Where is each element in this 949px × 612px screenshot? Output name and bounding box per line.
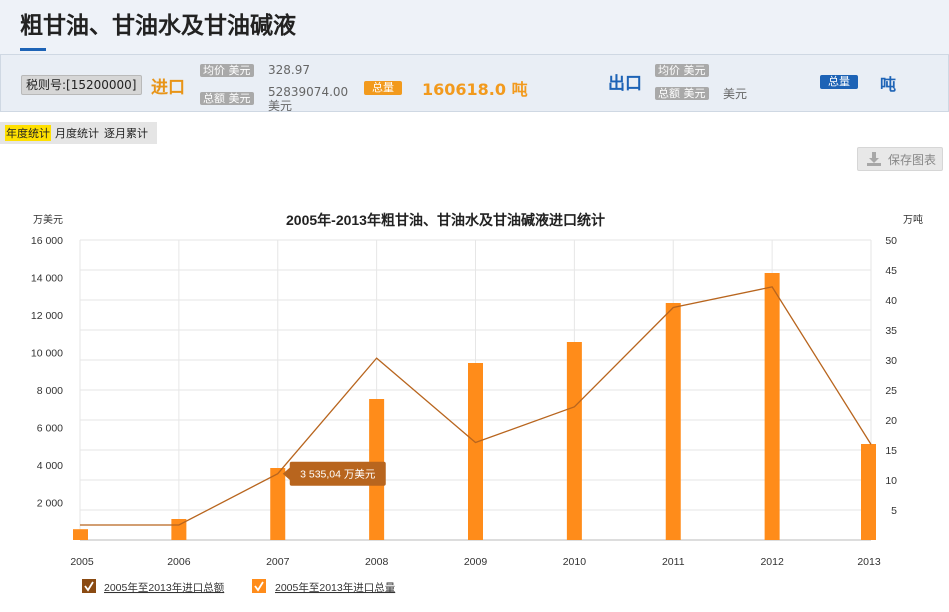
right-axis-tick: 35 <box>885 325 897 337</box>
x-axis-tick: 2007 <box>266 556 290 568</box>
x-axis-tick: 2013 <box>857 556 881 568</box>
x-axis-tick: 2009 <box>464 556 488 568</box>
left-axis-tick: 12 000 <box>31 310 63 322</box>
left-axis-tick: 14 000 <box>31 273 63 285</box>
bar-2011[interactable] <box>665 303 681 540</box>
right-axis-tick: 15 <box>885 445 897 457</box>
left-axis-tick: 4 000 <box>37 460 63 472</box>
bar-2013[interactable] <box>861 444 876 540</box>
left-axis-tick: 10 000 <box>31 348 63 360</box>
bar-2005[interactable] <box>73 529 88 540</box>
x-axis-tick: 2011 <box>662 556 685 568</box>
left-axis-tick: 16 000 <box>31 235 63 247</box>
right-axis-tick: 5 <box>891 505 897 517</box>
legend-qty-label[interactable]: 2005年至2013年进口总量 <box>275 581 396 594</box>
right-axis-tick: 30 <box>885 355 897 367</box>
legend-total-label[interactable]: 2005年至2013年进口总额 <box>104 581 225 594</box>
chart-title: 2005年-2013年粗甘油、甘油水及甘油碱液进口统计 <box>286 212 605 228</box>
right-axis-tick: 25 <box>885 385 897 397</box>
bar-2009[interactable] <box>468 363 483 540</box>
right-axis-tick: 50 <box>885 235 897 247</box>
left-axis-tick: 6 000 <box>37 423 63 435</box>
left-axis-tick: 8 000 <box>37 385 63 397</box>
x-axis-tick: 2006 <box>167 556 191 568</box>
bar-2010[interactable] <box>566 342 582 540</box>
tooltip-text: 3 535,04 万美元 <box>300 468 376 481</box>
right-axis-tick: 20 <box>885 415 897 427</box>
left-axis-unit: 万美元 <box>33 213 63 226</box>
bar-2012[interactable] <box>764 273 780 540</box>
x-axis-tick: 2005 <box>70 556 94 568</box>
left-axis-tick: 2 000 <box>37 498 63 510</box>
x-axis-tick: 2008 <box>365 556 389 568</box>
bar-2007[interactable] <box>270 468 286 540</box>
legend-total-checkbox[interactable] <box>82 579 96 593</box>
right-axis-unit: 万吨 <box>903 213 923 226</box>
right-axis-tick: 40 <box>885 295 897 307</box>
x-axis-tick: 2012 <box>760 556 784 568</box>
x-axis-tick: 2010 <box>563 556 587 568</box>
import-statistics-chart: 2005年-2013年粗甘油、甘油水及甘油碱液进口统计 万美元 万吨 2 000 4 0… <box>31 212 923 594</box>
right-axis-tick: 45 <box>885 265 897 277</box>
legend-qty-checkbox[interactable] <box>252 579 266 593</box>
right-axis-tick: 10 <box>885 475 897 487</box>
